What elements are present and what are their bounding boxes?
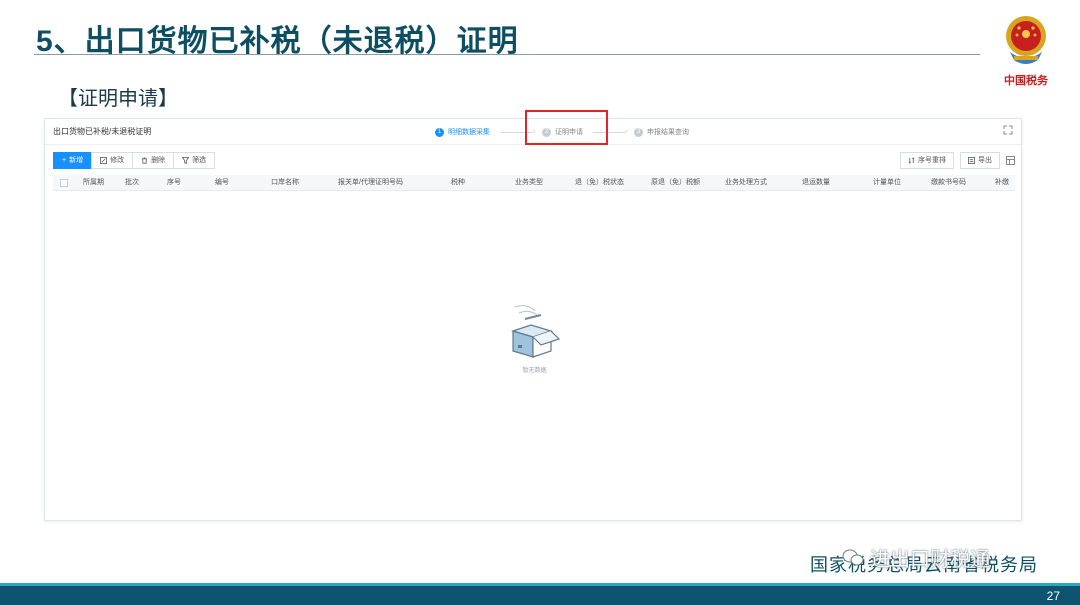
slide: 5、出口货物已补税（未退税）证明 中国税务 【证明申请】 出口货物已补税/未退税…	[0, 0, 1080, 605]
breadcrumb: 出口货物已补税/未退税证明	[53, 127, 152, 136]
column-header[interactable]: 缴款书号码	[931, 175, 966, 191]
column-header[interactable]: 补缴	[995, 175, 1009, 191]
add-button-label: 新增	[69, 157, 84, 164]
column-header[interactable]: 编号	[215, 175, 229, 191]
column-header[interactable]: 退运数量	[802, 175, 830, 191]
table-header: 所属期 批次 序号 编号 口岸名称 报关单/代理证明号码 税种 业务类型 退（免…	[53, 175, 1015, 191]
plus-icon: +	[62, 157, 67, 164]
filter-button[interactable]: 筛选	[173, 152, 216, 169]
column-header[interactable]: 业务类型	[515, 175, 543, 191]
column-header[interactable]: 报关单/代理证明号码	[338, 175, 403, 191]
select-all-checkbox[interactable]	[60, 179, 68, 187]
app-panel: 出口货物已补税/未退税证明 1 明细数据采集 › 2 证明申请 › 3 申报结果…	[44, 118, 1022, 521]
column-header[interactable]: 原退（免）税额	[651, 175, 700, 191]
action-toolbar: + 新增 修改 删除 筛选	[53, 152, 216, 169]
tax-emblem-icon: 中国税务	[1004, 16, 1049, 87]
watermark-text: 进出口财税通	[870, 549, 990, 571]
export-icon	[968, 157, 975, 164]
empty-state-text: 暂无数据	[522, 368, 547, 374]
column-header[interactable]: 计量单位	[873, 175, 901, 191]
export-button-label: 导出	[978, 157, 992, 164]
column-header[interactable]: 退（免）税状态	[575, 175, 624, 191]
bottom-bar	[0, 586, 1080, 605]
reorder-button-label: 序号重排	[918, 157, 946, 164]
column-header[interactable]: 税种	[451, 175, 465, 191]
step-1[interactable]: 1 明细数据采集	[435, 124, 490, 140]
edit-icon	[100, 157, 108, 164]
right-toolbar: 序号重排 导出	[900, 152, 1015, 169]
delete-button-label: 删除	[151, 157, 166, 164]
step-3-number: 3	[634, 127, 643, 137]
filter-icon	[182, 157, 190, 164]
reorder-button[interactable]: 序号重排	[900, 152, 954, 169]
fullscreen-icon[interactable]	[1003, 125, 1013, 135]
add-button[interactable]: + 新增	[53, 152, 92, 169]
sort-icon	[908, 157, 915, 164]
step-3-label: 申报结果查询	[647, 129, 689, 136]
edit-button[interactable]: 修改	[91, 152, 133, 169]
trash-icon	[141, 157, 148, 164]
section-label: 【证明申请】	[58, 88, 178, 110]
column-header[interactable]: 所属期	[83, 175, 104, 191]
empty-state: 暂无数据	[507, 301, 562, 374]
step-1-label: 明细数据采集	[448, 129, 490, 136]
highlight-annotation	[525, 110, 608, 145]
step-3[interactable]: 3 申报结果查询	[634, 124, 689, 140]
column-settings-icon[interactable]	[1006, 156, 1015, 165]
column-header[interactable]: 业务处理方式	[725, 175, 767, 191]
column-header[interactable]: 批次	[125, 175, 139, 191]
edit-button-label: 修改	[110, 157, 125, 164]
svg-text:中国税务: 中国税务	[1004, 73, 1049, 87]
filter-button-label: 筛选	[192, 157, 207, 164]
step-arrow-icon: ›	[625, 129, 627, 135]
page-number: 27	[1046, 589, 1060, 603]
watermark: 进出口财税通	[842, 543, 990, 572]
column-header[interactable]: 序号	[167, 175, 181, 191]
export-button[interactable]: 导出	[960, 152, 1000, 169]
step-1-number: 1	[435, 127, 444, 137]
column-header[interactable]: 口岸名称	[271, 175, 299, 191]
empty-box-icon	[511, 305, 561, 358]
wechat-icon	[842, 549, 864, 565]
delete-button[interactable]: 删除	[132, 152, 174, 169]
title-divider	[34, 54, 980, 55]
